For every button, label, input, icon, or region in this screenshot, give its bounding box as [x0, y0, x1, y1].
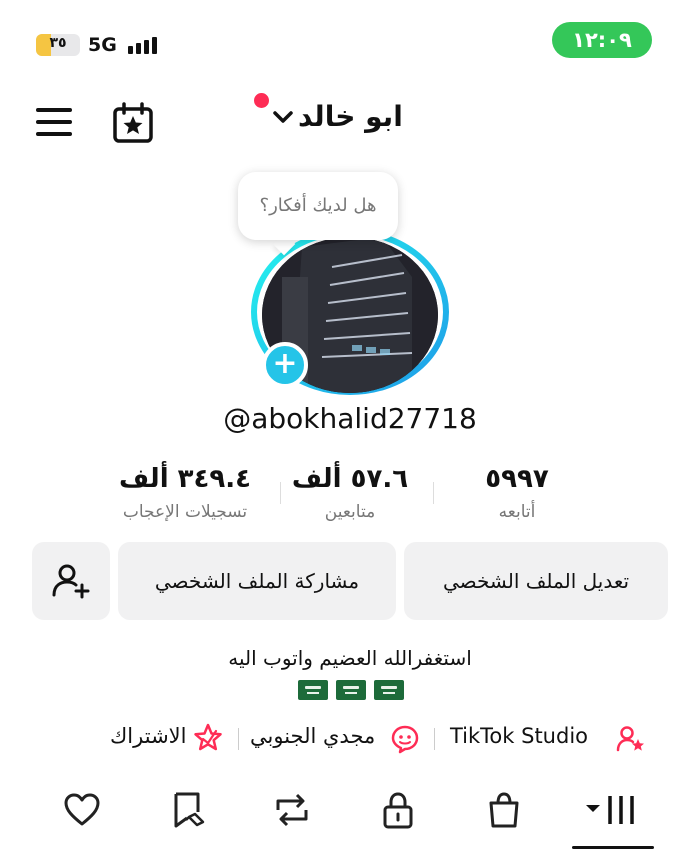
saudi-flag-icon	[298, 680, 328, 700]
calendar-star-icon[interactable]	[112, 102, 154, 144]
favorites-icon	[174, 792, 205, 828]
plus-icon: +	[272, 346, 298, 381]
battery-indicator: ٣٥	[36, 34, 80, 56]
chat-bubble-icon	[391, 725, 419, 754]
videos-grid-icon	[586, 796, 634, 824]
battery-percentage: ٣٥	[49, 35, 67, 51]
divider	[434, 728, 435, 750]
page-title: ابو خالد	[298, 100, 403, 133]
status-time: ١٢:٠٩	[552, 22, 652, 58]
hamburger-menu-icon[interactable]	[36, 108, 72, 138]
stat-value: ٥٩٩٧	[485, 464, 549, 494]
stat-following[interactable]: ٥٩٩٧ أتابعه	[432, 464, 602, 522]
stat-label: متابعين	[324, 502, 376, 522]
videos-grid-tab[interactable]	[584, 790, 640, 830]
mention-label: مجدي الجنوبي	[250, 724, 376, 748]
private-tab[interactable]	[378, 790, 418, 830]
signal-strength-icon	[128, 36, 157, 54]
account-switcher[interactable]: ابو خالد	[272, 100, 403, 133]
divider	[280, 482, 281, 504]
profile-bio: استغفرالله العضيم واتوب اليه	[228, 646, 472, 670]
active-tab-indicator	[572, 846, 654, 849]
add-friend-button[interactable]	[32, 542, 110, 620]
bio-flags	[298, 680, 404, 700]
stat-value: ٥٧.٦ ألف	[291, 464, 409, 494]
shop-bag-icon	[489, 792, 519, 828]
liked-heart-icon	[64, 793, 100, 826]
tiktok-studio-label: TikTok Studio	[450, 724, 589, 748]
lock-icon	[383, 792, 413, 829]
saudi-flag-icon	[336, 680, 366, 700]
favorites-tab[interactable]	[168, 790, 208, 830]
status-bar: ٣٥ 5G ١٢:٠٩	[0, 0, 700, 80]
divider	[238, 728, 239, 750]
stat-label: أتابعه	[498, 502, 536, 522]
notification-dot	[254, 93, 269, 108]
add-user-icon	[52, 564, 90, 599]
idea-bubble[interactable]: هل لديك أفكار؟	[238, 172, 398, 240]
chevron-down-icon	[273, 110, 293, 123]
subscribe-star-icon	[194, 723, 222, 751]
liked-tab[interactable]	[62, 790, 102, 830]
stat-followers[interactable]: ٥٧.٦ ألف متابعين	[265, 464, 435, 522]
network-type: 5G	[88, 34, 117, 56]
share-profile-button[interactable]: مشاركة الملف الشخصي	[118, 542, 396, 620]
reposts-tab[interactable]	[272, 790, 312, 830]
saudi-flag-icon	[374, 680, 404, 700]
edit-profile-button[interactable]: تعديل الملف الشخصي	[404, 542, 668, 620]
repost-icon	[276, 793, 308, 827]
stat-value: ٣٤٩.٤ ألف	[118, 464, 252, 494]
creator-studio-icon	[616, 726, 644, 752]
subscribe-label: الاشتراك	[110, 724, 187, 748]
stat-label: تسجيلات الإعجاب	[122, 502, 248, 522]
stat-likes[interactable]: ٣٤٩.٤ ألف تسجيلات الإعجاب	[100, 464, 270, 522]
idea-bubble-text: هل لديك أفكار؟	[259, 195, 377, 216]
shop-tab[interactable]	[484, 790, 524, 830]
username: @abokhalid27718	[223, 402, 477, 435]
add-avatar-button[interactable]: +	[262, 342, 308, 388]
